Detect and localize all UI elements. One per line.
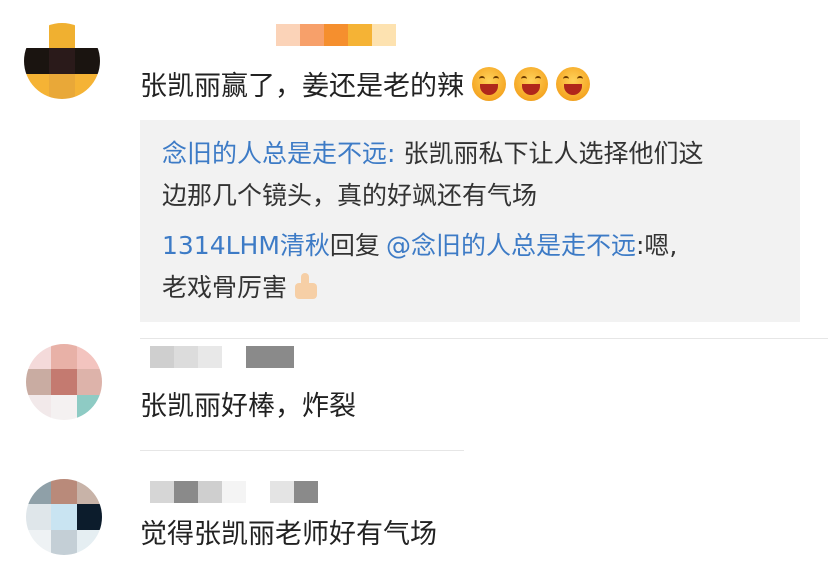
username-blurred[interactable] [150,481,318,503]
avatar-pixel [76,479,102,505]
grinning-face-icon [514,67,548,101]
grinning-face-icon [472,67,506,101]
avatar-pixel [24,73,50,99]
avatar-pixel [51,479,77,505]
reply-1-line-1: 念旧的人总是走不远: 张凯丽私下让人选择他们这 [162,137,703,171]
avatar-pixel [76,394,102,420]
divider [140,338,828,339]
avatar-pixel [26,504,52,530]
avatar-pixel [74,23,100,49]
reply-verb: 回复 [329,231,380,260]
username-pixel [294,481,318,503]
avatar-pixel [74,48,100,74]
avatar-pixel [26,344,52,370]
username-pixel [174,346,198,368]
avatar[interactable] [24,23,100,99]
avatar-pixel [51,344,77,370]
username-pixel [150,481,174,503]
username-pixel [300,24,324,46]
username-pixel [150,346,174,368]
username-pixel [270,346,294,368]
reply-2-line-2: 老戏骨厉害 [162,271,321,305]
username-pixel [348,24,372,46]
reply-username-link[interactable]: 1314LHM清秋 [162,231,330,260]
avatar-pixel [26,529,52,555]
avatar-pixel [76,529,102,555]
avatar-pixel [51,504,77,530]
reply-2-line-1: 1314LHM清秋回复 @念旧的人总是走不远:嗯, [162,229,677,263]
reply-box[interactable]: 念旧的人总是走不远: 张凯丽私下让人选择他们这 边那几个镜头，真的好飒还有气场 1… [140,120,800,322]
grinning-face-icon [556,67,590,101]
avatar-pixel [76,344,102,370]
comment-text: 张凯丽好棒，炸裂 [140,391,356,422]
avatar-pixel [49,23,75,49]
avatar-pixel [76,504,102,530]
avatar-pixel [26,369,52,395]
comment-text: 觉得张凯丽老师好有气场 [140,519,437,550]
thumbs-up-icon [291,273,321,301]
username-pixel [372,24,396,46]
avatar-pixel [51,369,77,395]
avatar-pixel [74,73,100,99]
username-pixel [174,481,198,503]
username-pixel [324,24,348,46]
username-blurred[interactable] [276,24,396,46]
username-pixel [276,24,300,46]
avatar[interactable] [26,344,102,420]
reply-text: :嗯, [635,231,678,260]
username-pixel [198,481,222,503]
mention-link[interactable]: @念旧的人总是走不远 [386,231,636,260]
username-pixel [198,346,222,368]
avatar[interactable] [26,479,102,555]
comment-body: 张凯丽赢了，姜还是老的辣 [140,71,464,102]
reply-1-line-2: 边那几个镜头，真的好飒还有气场 [162,181,538,210]
avatar-pixel [49,73,75,99]
avatar-pixel [26,394,52,420]
avatar-pixel [51,529,77,555]
comment-text: 张凯丽赢了，姜还是老的辣 [140,67,590,105]
avatar-pixel [24,48,50,74]
avatar-pixel [76,369,102,395]
username-pixel [270,481,294,503]
avatar-pixel [26,479,52,505]
avatar-pixel [49,48,75,74]
reply-text: 老戏骨厉害 [162,273,288,302]
username-pixel [246,346,270,368]
reply-username-link[interactable]: 念旧的人总是走不远: [162,139,395,168]
username-blurred[interactable] [150,346,294,368]
reply-text: 张凯丽私下让人选择他们这 [403,139,704,168]
avatar-pixel [51,394,77,420]
avatar-pixel [24,23,50,49]
username-pixel [222,481,246,503]
username-pixel [246,481,270,503]
username-pixel [222,346,246,368]
divider [140,450,464,451]
